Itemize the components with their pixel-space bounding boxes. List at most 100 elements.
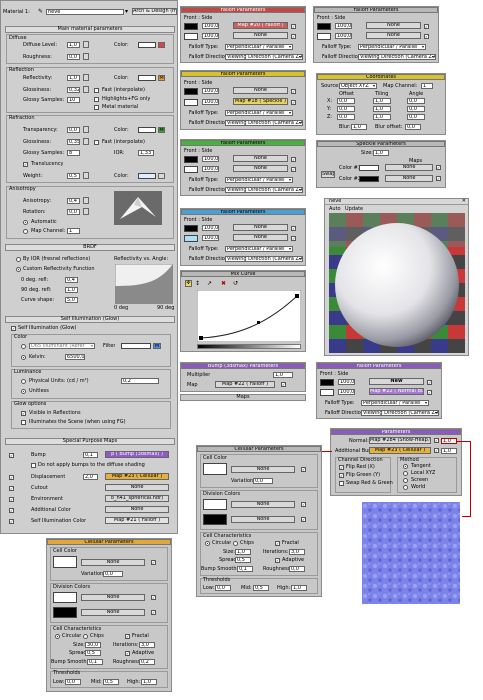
side-swatch[interactable] [184,235,198,242]
color1-map-checkbox[interactable]: ✓ [436,165,441,170]
side-map-checkbox[interactable]: ✓ [291,100,296,105]
curve-shape-input[interactable]: 5,0 [65,297,78,303]
low-input[interactable]: 0,0 [65,679,81,685]
falloff-direction-dropdown[interactable]: Viewing Direction (Camera Z-Axis) [225,120,303,126]
move-point-icon[interactable]: ✜ [185,280,192,287]
bump-params-title[interactable]: Bump (3dsmax) Parameters [181,363,305,369]
high-input[interactable]: 1,0 [291,585,307,591]
color2-swatch[interactable] [359,176,379,182]
angle-y-input[interactable]: 0,0 [407,106,425,112]
falloff-green-title[interactable]: Falloff Parameters [181,140,305,146]
selfillum-color-checkbox[interactable]: ✓ [9,519,14,524]
falloff-red-title[interactable]: Falloff Parameters [181,7,305,13]
chips-radio[interactable] [233,541,238,546]
reset-curve-icon[interactable]: ↺ [233,280,238,287]
adaptive-checkbox[interactable]: ✓ [125,651,130,656]
division-color1-swatch[interactable] [53,592,77,603]
environment-checkbox[interactable]: ✓ [9,497,14,502]
source-dropdown[interactable]: Object XYZ [339,83,377,89]
side-map-button[interactable]: None [366,32,421,39]
falloff-type-dropdown[interactable]: Perpendicular / Parallel [225,246,293,252]
side-amount-input[interactable]: 100,0 [202,235,219,241]
diffuse-color-map-button[interactable] [158,42,165,48]
self-illum-checkbox[interactable]: ✓ [11,326,16,331]
flip-red-checkbox[interactable]: ✓ [339,465,344,470]
side-swatch[interactable] [184,33,198,40]
rotation-map-button[interactable] [83,208,89,215]
size-input[interactable]: 1,0 [235,549,251,555]
front-map-checkbox[interactable]: ✓ [424,24,429,29]
local-xyz-radio[interactable] [403,471,408,476]
size-input[interactable]: 30,0 [85,642,101,648]
reflectivity-map-button[interactable] [83,74,89,81]
filter-map-button[interactable]: M [153,343,161,349]
transparency-input[interactable]: 0,0 [67,127,80,133]
side-map-checkbox[interactable]: ✓ [424,34,429,39]
deg0-input[interactable]: 0,4 [65,277,78,283]
spread-input[interactable]: 0,5 [235,557,251,563]
front-map-button[interactable]: None [233,87,288,94]
diffuse-level-input[interactable]: 1,0 [67,42,80,48]
side-amount-input[interactable]: 100,0 [335,33,352,39]
cell-color-swatch[interactable] [203,463,227,475]
size-input[interactable]: 1,0 [373,150,389,156]
spread-input[interactable]: 0,5 [85,650,101,656]
fractal-checkbox[interactable]: ✓ [275,541,280,546]
side-amount-input[interactable]: 100,0 [202,99,219,105]
iterations-input[interactable]: 3,0 [289,549,305,555]
front-amount-input[interactable]: 100,0 [202,88,219,94]
front-amount-input[interactable]: 100,0 [202,156,219,162]
low-input[interactable]: 0,0 [215,585,231,591]
side-swatch[interactable] [317,33,331,40]
high-input[interactable]: 1,0 [141,679,157,685]
front-map-checkbox[interactable]: ✓ [291,226,296,231]
side-amount-input[interactable]: 100,0 [338,389,355,395]
falloff-type-dropdown[interactable]: Perpendicular / Parallel [225,44,293,50]
side-map-checkbox[interactable]: ✓ [291,236,296,241]
world-radio[interactable] [403,485,408,490]
preview-menu-update[interactable]: Update [345,206,363,212]
displacement-checkbox[interactable]: ✓ [9,475,14,480]
metal-checkbox[interactable] [94,105,99,110]
circular-radio[interactable] [55,634,60,639]
front-amount-input[interactable]: 100,0 [338,379,355,385]
maps-rollout[interactable]: Maps [180,394,306,401]
unitless-radio[interactable] [21,389,26,394]
highlights-checkbox[interactable] [94,97,99,102]
circular-radio[interactable] [205,541,210,546]
preview-menu-auto[interactable]: Auto [329,206,341,212]
division-color2-map-button[interactable]: None [231,516,295,523]
anisotropy-input[interactable]: 0,4 [67,198,80,204]
translucency-weight-map-button[interactable] [83,172,89,179]
division-color1-map-button[interactable]: None [81,594,145,601]
mix-curve-title[interactable]: Mix Curve [181,271,305,277]
offset-z-input[interactable]: 0,0 [337,114,355,120]
reflection-color-swatch[interactable] [138,75,156,81]
side-map-button[interactable]: Map #22 ( Normal Bump ) [369,388,424,395]
falloff-type-dropdown[interactable]: Perpendicular / Parallel [225,110,293,116]
pick-icon[interactable]: ▾ [125,8,128,15]
by-ior-radio[interactable] [16,257,21,262]
division-color2-map-button[interactable]: None [81,609,145,616]
custom-function-radio[interactable] [16,267,21,272]
additional-color-map-button[interactable]: None [105,506,169,513]
division-color2-swatch[interactable] [53,607,77,618]
ior-input[interactable]: 1,33 [138,150,154,156]
angle-x-input[interactable]: 0,0 [407,98,425,104]
bump-map-button[interactable]: Map #22 ( Falloff ) [215,381,275,388]
transparency-map-button[interactable] [83,126,89,133]
bump-amount-input[interactable]: 0,1 [83,452,98,458]
falloff-direction-dropdown[interactable]: Viewing Direction (Camera Z-Axis) [361,410,439,416]
front-swatch[interactable] [184,88,198,95]
normal-map-button[interactable]: Map #284 (Snow-Heap.tif) [369,437,431,444]
side-map-button[interactable]: None [233,234,288,241]
illuminates-scene-checkbox[interactable] [21,420,26,425]
bump-map-button[interactable]: p ( Bump (3dsmax) ) [105,451,169,458]
falloff-direction-dropdown[interactable]: Viewing Direction (Camera Z-Axis) [225,187,303,193]
additional-bump-button[interactable]: Map #23 ( Cellular ) [369,447,431,454]
filter-swatch[interactable] [121,343,151,349]
map-channel-input[interactable]: 1 [421,83,433,89]
illuminant-radio[interactable] [21,344,26,349]
add-point-icon[interactable]: ↗ [207,280,212,287]
falloff-type-dropdown[interactable]: Perpendicular / Parallel [361,400,429,406]
